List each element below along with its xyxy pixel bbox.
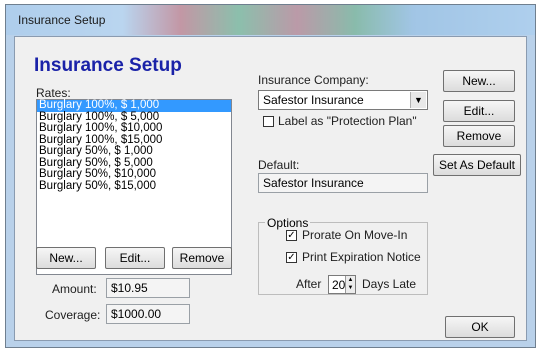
protection-plan-checkbox[interactable] (263, 116, 274, 127)
prorate-label: Prorate On Move-In (302, 228, 408, 242)
title-bar[interactable]: Insurance Setup (6, 5, 535, 35)
print-expiration-checkbox[interactable]: ✓ (286, 252, 297, 263)
coverage-field[interactable]: $1000.00 (106, 304, 190, 324)
insurance-setup-window: Insurance Setup Insurance Setup Rates: B… (5, 4, 536, 348)
default-field: Safestor Insurance (258, 173, 428, 193)
spinner-arrows-icon[interactable]: ▲ ▼ (345, 276, 355, 293)
checkmark-icon: ✓ (287, 230, 296, 241)
days-late-stepper[interactable]: 20 ▲ ▼ (328, 275, 356, 294)
company-edit-button[interactable]: Edit... (443, 100, 515, 122)
rate-remove-button[interactable]: Remove (172, 247, 232, 269)
rate-list-item[interactable]: Burglary 100%, $ 1,000 (37, 99, 231, 112)
dialog-body: Insurance Setup Rates: Burglary 100%, $ … (14, 36, 527, 341)
amount-field[interactable]: $10.95 (106, 278, 190, 298)
company-remove-button[interactable]: Remove (443, 125, 515, 147)
protection-plan-label: Label as "Protection Plan" (278, 114, 417, 128)
chevron-down-icon[interactable]: ▼ (410, 92, 426, 108)
rate-list-item[interactable]: Burglary 100%, $10,000 (37, 122, 231, 135)
company-new-button[interactable]: New... (443, 70, 515, 92)
after-label: After (296, 277, 322, 291)
days-late-value: 20 (332, 278, 346, 292)
rates-label: Rates: (36, 86, 71, 100)
rate-new-button[interactable]: New... (36, 247, 96, 269)
ok-button[interactable]: OK (445, 316, 515, 338)
set-as-default-button[interactable]: Set As Default (433, 154, 521, 176)
amount-label: Amount: (52, 282, 97, 296)
insurance-company-value: Safestor Insurance (263, 93, 364, 107)
rate-list-item[interactable]: Burglary 50%, $ 1,000 (37, 145, 231, 158)
print-expiration-label: Print Expiration Notice (302, 250, 421, 264)
window-title: Insurance Setup (18, 13, 106, 27)
default-label: Default: (258, 158, 300, 172)
prorate-checkbox[interactable]: ✓ (286, 230, 297, 241)
coverage-label: Coverage: (45, 308, 101, 322)
insurance-company-label: Insurance Company: (258, 73, 369, 87)
insurance-company-select[interactable]: Safestor Insurance ▼ (258, 90, 428, 110)
dialog-heading: Insurance Setup (34, 55, 182, 76)
rate-edit-button[interactable]: Edit... (105, 247, 165, 269)
days-late-label: Days Late (362, 277, 417, 291)
checkmark-icon: ✓ (287, 252, 296, 263)
rate-list-item[interactable]: Burglary 50%, $15,000 (37, 180, 231, 193)
rate-list-item[interactable]: Burglary 50%, $10,000 (37, 168, 231, 181)
